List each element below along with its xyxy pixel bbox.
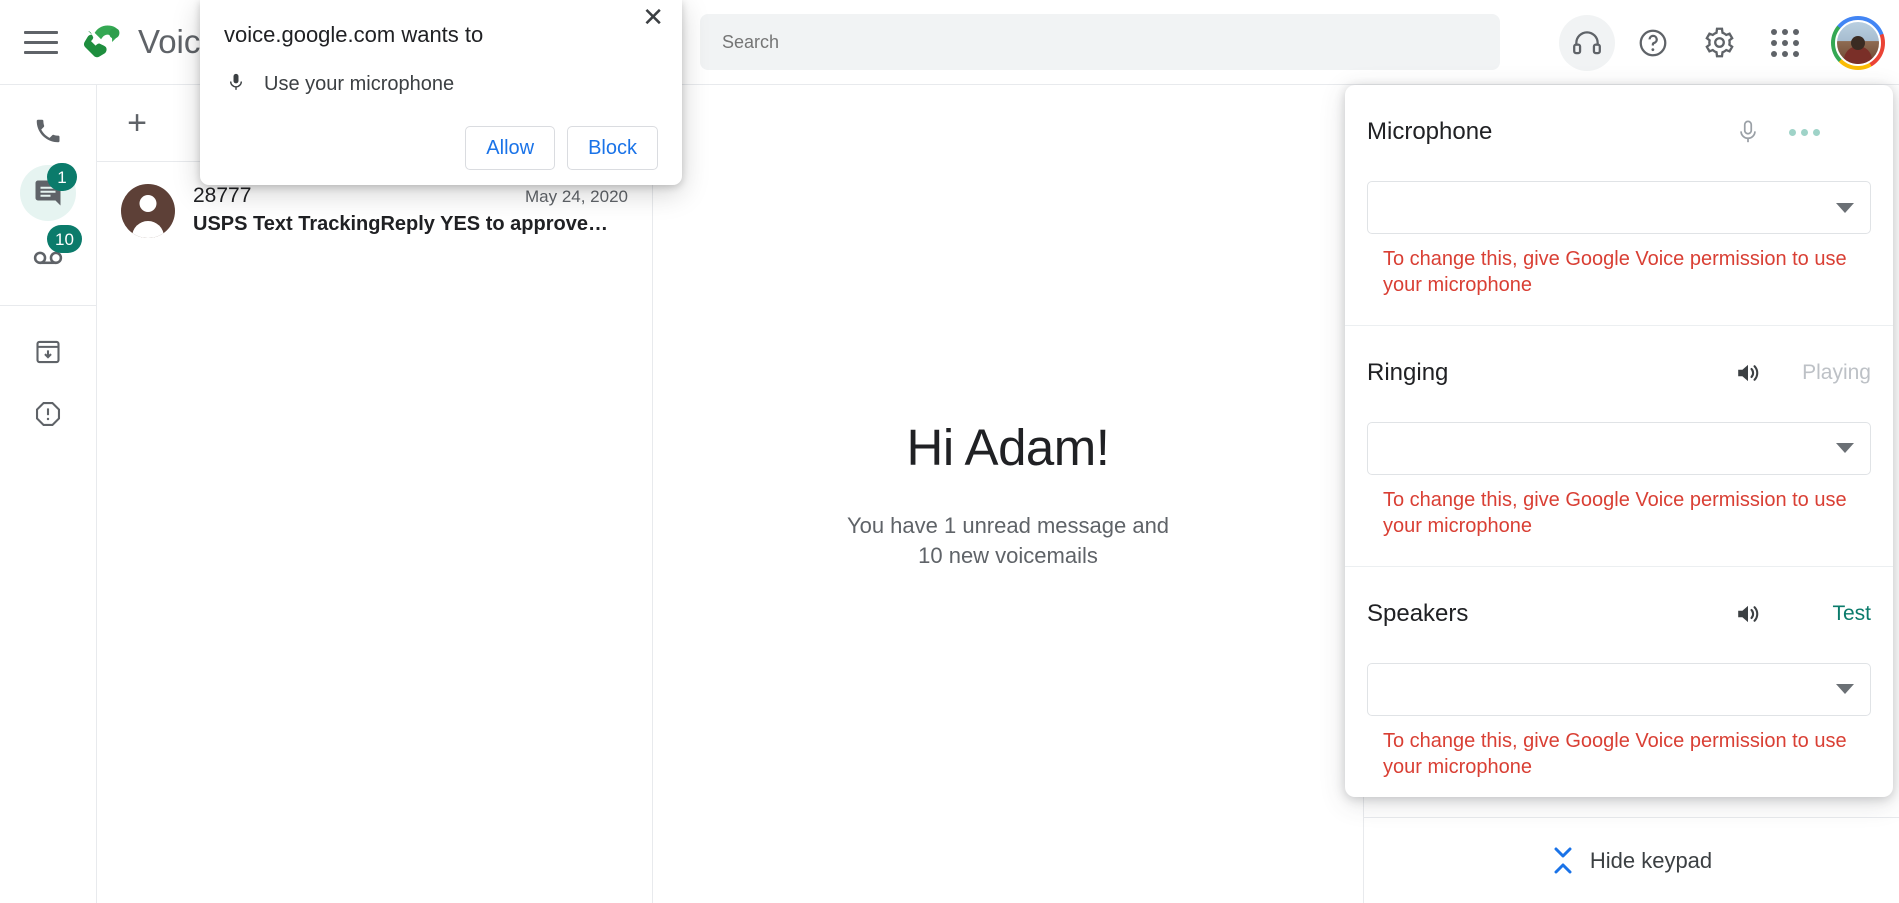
google-voice-logo-icon xyxy=(80,20,124,64)
hide-keypad-label: Hide keypad xyxy=(1589,847,1713,873)
close-icon[interactable]: ✕ xyxy=(642,4,664,30)
speakers-permission-warning: To change this, give Google Voice permis… xyxy=(1383,729,1847,778)
microphone-select[interactable] xyxy=(1367,181,1871,234)
microphone-icon[interactable] xyxy=(1729,113,1767,151)
section-header: Speakers Test xyxy=(1367,595,1871,633)
section-header: Ringing Playing xyxy=(1367,354,1871,392)
chevron-down-icon xyxy=(1836,443,1854,454)
badge-messages: 1 xyxy=(47,163,77,191)
contact-name: 28777 xyxy=(193,184,252,207)
brand: Voice xyxy=(80,20,219,64)
sidebar-item-calls[interactable] xyxy=(20,103,76,159)
settings-section-ringing: Ringing Playing To change this, give Goo… xyxy=(1345,326,1893,567)
header-actions xyxy=(1559,0,1885,85)
section-title: Speakers xyxy=(1367,599,1469,627)
sidebar-item-messages[interactable]: 1 xyxy=(20,163,77,221)
permission-item: Use your microphone xyxy=(224,69,658,100)
microphone-permission-warning: To change this, give Google Voice permis… xyxy=(1383,248,1847,297)
ringing-permission-warning: To change this, give Google Voice permis… xyxy=(1383,488,1847,538)
permission-dialog-title: voice.google.com wants to xyxy=(224,22,484,47)
sidebar-item-voicemail[interactable]: 10 xyxy=(20,225,82,283)
page-title: Hi Adam! xyxy=(906,418,1110,476)
contact-avatar-icon xyxy=(121,184,175,238)
permission-dialog-buttons: Allow Block xyxy=(224,126,658,170)
section-title: Microphone xyxy=(1367,118,1493,145)
speaker-volume-icon[interactable] xyxy=(1729,595,1767,633)
hamburger-menu-icon[interactable] xyxy=(24,30,58,54)
main-content: Hi Adam! You have 1 unread message and 1… xyxy=(653,85,1363,903)
new-conversation-button[interactable]: + xyxy=(111,97,163,149)
collapse-icon xyxy=(1552,847,1574,874)
section-title: Ringing xyxy=(1367,358,1449,386)
search-input[interactable] xyxy=(700,14,1500,70)
message-date: May 24, 2020 xyxy=(524,187,628,206)
chevron-down-icon xyxy=(1836,202,1854,213)
permission-item-label: Use your microphone xyxy=(264,73,455,95)
search-container xyxy=(700,14,1500,70)
headset-icon[interactable] xyxy=(1559,14,1615,71)
gear-icon[interactable] xyxy=(1691,15,1747,71)
help-icon[interactable] xyxy=(1625,15,1681,71)
microphone-more-options[interactable] xyxy=(1789,128,1871,136)
apps-grid-icon[interactable] xyxy=(1757,15,1813,71)
chevron-down-icon xyxy=(1836,684,1854,695)
avatar-image xyxy=(1835,19,1881,66)
list-item-header: 28777 May 24, 2020 xyxy=(193,184,628,208)
ringing-select[interactable] xyxy=(1367,421,1871,475)
settings-section-speakers: Speakers Test To change this, give Googl… xyxy=(1345,567,1893,797)
ringing-status: Playing xyxy=(1802,360,1871,384)
speakers-select[interactable] xyxy=(1367,662,1871,716)
message-preview: USPS Text TrackingReply YES to approve… xyxy=(193,213,608,235)
permission-dialog: ✕ voice.google.com wants to Use your mic… xyxy=(200,0,682,185)
left-navigation-rail: 1 10 xyxy=(0,85,97,903)
block-button[interactable]: Block xyxy=(567,126,658,170)
rail-divider xyxy=(0,305,97,306)
sidebar-item-archive[interactable] xyxy=(20,324,76,380)
avatar[interactable] xyxy=(1831,15,1885,70)
hide-keypad-button[interactable]: Hide keypad xyxy=(1364,817,1899,903)
badge-voicemail: 10 xyxy=(47,225,82,253)
speakers-test-button[interactable]: Test xyxy=(1789,602,1871,626)
section-header: Microphone xyxy=(1367,113,1871,151)
audio-settings-popup: Microphone To change this, give Google V… xyxy=(1345,85,1893,797)
speaker-volume-icon[interactable] xyxy=(1729,354,1767,392)
sidebar-item-spam[interactable] xyxy=(20,386,76,442)
list-item-body: 28777 May 24, 2020 USPS Text TrackingRep… xyxy=(193,184,628,236)
conversation-list-column: + 28777 May 24, 2020 USPS Text TrackingR… xyxy=(97,85,653,903)
allow-button[interactable]: Allow xyxy=(465,126,556,170)
unread-summary: You have 1 unread message and 10 new voi… xyxy=(846,512,1170,568)
settings-section-microphone: Microphone To change this, give Google V… xyxy=(1345,85,1893,326)
microphone-icon xyxy=(226,69,246,100)
